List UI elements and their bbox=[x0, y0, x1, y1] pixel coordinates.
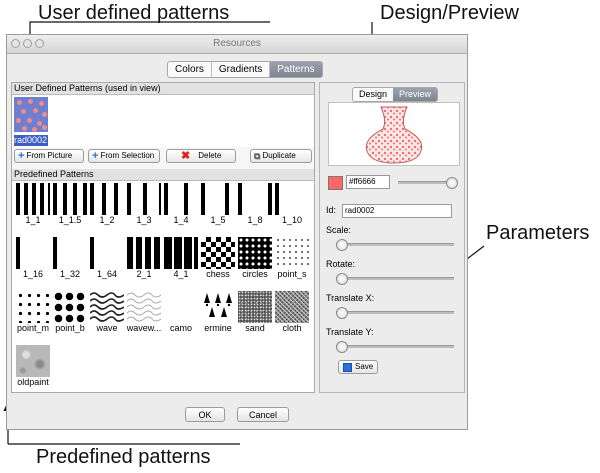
plus-icon: + bbox=[18, 150, 25, 162]
cancel-button[interactable]: Cancel bbox=[237, 407, 289, 422]
user-pattern-thumbnail[interactable] bbox=[14, 97, 48, 132]
translate-x-slider-knob[interactable] bbox=[336, 307, 348, 319]
rotate-label: Rotate: bbox=[326, 259, 356, 269]
resources-window: Resources Colors Gradients Patterns User… bbox=[6, 34, 468, 430]
id-field[interactable]: rad0002 bbox=[342, 204, 452, 218]
title-bar: Resources bbox=[7, 35, 467, 54]
pattern-ermine[interactable]: ermine bbox=[201, 291, 235, 334]
patterns-panel: User Defined Patterns (used in view) rad… bbox=[11, 82, 315, 393]
translate-y-slider-knob[interactable] bbox=[336, 341, 348, 353]
save-icon bbox=[343, 362, 352, 372]
color-slider-knob[interactable] bbox=[446, 177, 458, 189]
delete-button[interactable]: ✖ Delete bbox=[166, 149, 236, 163]
pattern-1_8[interactable]: 1_8 bbox=[238, 183, 272, 226]
save-button[interactable]: Save bbox=[338, 360, 378, 374]
translate-y-slider[interactable] bbox=[336, 341, 454, 353]
color-slider[interactable] bbox=[398, 177, 458, 189]
pattern-1_5[interactable]: 1_5 bbox=[201, 183, 235, 226]
pattern-1_1[interactable]: 1_1 bbox=[16, 183, 50, 226]
from-selection-button[interactable]: + From Selection bbox=[88, 149, 160, 163]
design-preview-tabs: Design Preview bbox=[352, 87, 439, 102]
pattern-point_m[interactable]: point_m bbox=[16, 291, 50, 334]
predefined-patterns-grid: 1_1 1_1.5 1_2 1_3 1_4 1_5 1_8 1_10 1_16 … bbox=[12, 181, 314, 392]
pattern-1_32[interactable]: 1_32 bbox=[53, 237, 87, 280]
pattern-1_4[interactable]: 1_4 bbox=[164, 183, 198, 226]
pattern-4_1[interactable]: 4_1 bbox=[164, 237, 198, 280]
rotate-slider[interactable] bbox=[336, 273, 454, 285]
pattern-point_s[interactable]: point_s bbox=[275, 237, 309, 280]
scale-label: Scale: bbox=[326, 225, 352, 235]
callout-predefined-patterns: Predefined patterns bbox=[36, 446, 211, 468]
pattern-1_2[interactable]: 1_2 bbox=[90, 183, 124, 226]
tab-design[interactable]: Design bbox=[353, 88, 394, 101]
pattern-point_b[interactable]: point_b bbox=[53, 291, 87, 334]
pattern-wave[interactable]: wave bbox=[90, 291, 124, 334]
tab-preview[interactable]: Preview bbox=[393, 88, 438, 101]
pattern-1_16[interactable]: 1_16 bbox=[16, 237, 50, 280]
translate-x-label: Translate X: bbox=[326, 293, 375, 303]
pattern-1_64[interactable]: 1_64 bbox=[90, 237, 124, 280]
window-title: Resources bbox=[213, 38, 261, 49]
id-label: Id: bbox=[326, 205, 337, 215]
callout-user-defined-patterns: User defined patterns bbox=[38, 2, 230, 24]
pattern-preview bbox=[328, 102, 460, 166]
pattern-sand[interactable]: sand bbox=[238, 291, 272, 334]
tab-patterns[interactable]: Patterns bbox=[270, 62, 322, 77]
user-pattern-buttons: + From Picture + From Selection ✖ Delete… bbox=[12, 149, 314, 167]
pattern-1_10[interactable]: 1_10 bbox=[275, 183, 309, 226]
ok-button[interactable]: OK bbox=[185, 407, 225, 422]
color-swatch[interactable] bbox=[328, 176, 343, 190]
delete-x-icon: ✖ bbox=[181, 150, 191, 162]
pattern-oldpaint[interactable]: oldpaint bbox=[16, 345, 50, 388]
callout-design-preview: Design/Preview bbox=[380, 2, 519, 24]
pattern-1_1_5[interactable]: 1_1.5 bbox=[53, 183, 87, 226]
color-hex-field[interactable]: #ff6666 bbox=[346, 175, 390, 189]
pattern-1_3[interactable]: 1_3 bbox=[127, 183, 161, 226]
predefined-patterns-header: Predefined Patterns bbox=[12, 169, 314, 181]
user-patterns-list: rad0002 bbox=[12, 95, 314, 147]
vase-preview-shape bbox=[365, 106, 423, 164]
from-picture-button[interactable]: + From Picture bbox=[14, 149, 84, 163]
translate-x-slider[interactable] bbox=[336, 307, 454, 319]
scale-slider-knob[interactable] bbox=[336, 239, 348, 251]
callout-parameters: Parameters bbox=[486, 222, 590, 244]
pattern-cloth[interactable]: cloth bbox=[275, 291, 309, 334]
pattern-wavew[interactable]: wavew... bbox=[127, 291, 161, 334]
user-pattern-label[interactable]: rad0002 bbox=[14, 135, 48, 146]
plus-icon: + bbox=[92, 150, 99, 162]
translate-y-label: Translate Y: bbox=[326, 327, 374, 337]
user-patterns-header: User Defined Patterns (used in view) bbox=[12, 83, 314, 95]
pattern-circles[interactable]: circles bbox=[238, 237, 272, 280]
rotate-slider-knob[interactable] bbox=[336, 273, 348, 285]
tab-gradients[interactable]: Gradients bbox=[212, 62, 271, 77]
pattern-2_1[interactable]: 2_1 bbox=[127, 237, 161, 280]
duplicate-button[interactable]: ⧉ Duplicate bbox=[250, 149, 312, 163]
duplicate-icon: ⧉ bbox=[254, 151, 261, 161]
scale-slider[interactable] bbox=[336, 239, 454, 251]
pattern-chess[interactable]: chess bbox=[201, 237, 235, 280]
tab-colors[interactable]: Colors bbox=[168, 62, 212, 77]
design-panel: Design Preview #ff6666 Id: rad0002 Scale… bbox=[319, 82, 465, 393]
resource-tabs: Colors Gradients Patterns bbox=[167, 61, 323, 78]
pattern-camo[interactable]: camo bbox=[164, 291, 198, 334]
